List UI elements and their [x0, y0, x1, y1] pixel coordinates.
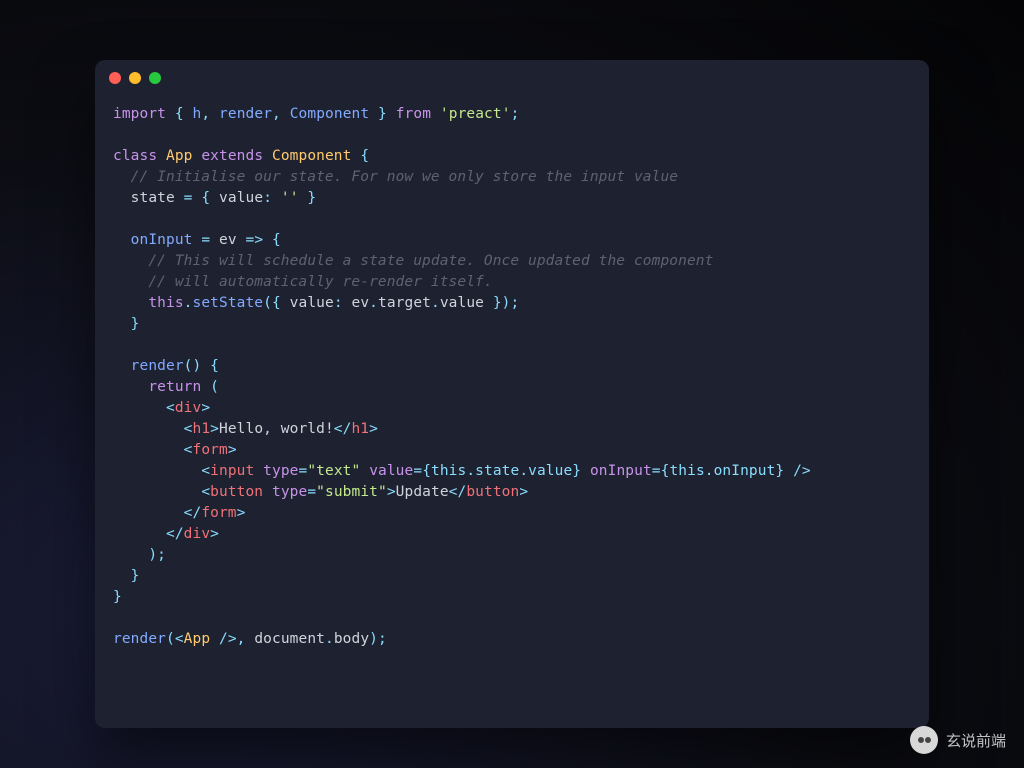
watermark-text: 玄说前端 [946, 730, 1006, 751]
close-icon[interactable] [109, 72, 121, 84]
zoom-icon[interactable] [149, 72, 161, 84]
window-titlebar [95, 60, 929, 96]
code-block: import { h, render, Component } from 'pr… [95, 96, 929, 668]
watermark: 玄说前端 [910, 726, 1006, 754]
code-window: import { h, render, Component } from 'pr… [95, 60, 929, 728]
minimize-icon[interactable] [129, 72, 141, 84]
wechat-icon [910, 726, 938, 754]
